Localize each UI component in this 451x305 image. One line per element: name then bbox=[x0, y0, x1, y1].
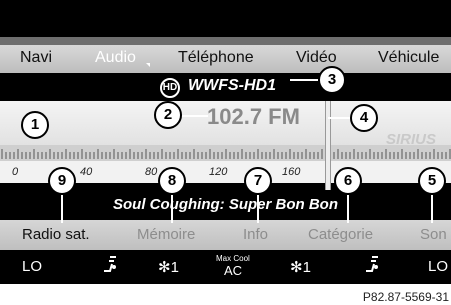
menu-radio-sat[interactable]: Radio sat. bbox=[22, 226, 90, 243]
callout-5: 5 bbox=[418, 167, 446, 195]
callout-5-leader bbox=[431, 195, 433, 223]
scale-label-120: 120 bbox=[209, 166, 228, 178]
menu-categorie[interactable]: Catégorie bbox=[308, 226, 373, 243]
menu-vehicule[interactable]: Véhicule bbox=[378, 49, 439, 67]
callout-2-leader bbox=[180, 115, 208, 117]
callout-2: 2 bbox=[154, 101, 182, 129]
callout-9-leader bbox=[61, 195, 63, 223]
hd-radio-icon: HD bbox=[160, 78, 180, 98]
right-seat-airflow-icon[interactable] bbox=[362, 255, 382, 279]
top-status-area bbox=[0, 0, 451, 37]
callout-4-leader bbox=[328, 117, 350, 119]
callout-1: 1 bbox=[21, 111, 49, 139]
callout-3: 3 bbox=[318, 66, 346, 94]
right-fan-speed[interactable]: ✻1 bbox=[290, 258, 311, 276]
menu-info[interactable]: Info bbox=[243, 226, 268, 243]
station-name: WWFS-HD1 bbox=[188, 77, 276, 94]
callout-6-leader bbox=[347, 195, 349, 223]
left-temperature[interactable]: LO bbox=[22, 258, 42, 275]
tuning-needle[interactable] bbox=[325, 101, 331, 190]
frequency-display: 102.7 FM bbox=[207, 104, 300, 129]
menu-son[interactable]: Son bbox=[420, 226, 447, 243]
callout-7-leader bbox=[257, 195, 259, 223]
callout-7: 7 bbox=[244, 167, 272, 195]
song-title: Soul Coughing: Super Bon Bon bbox=[113, 196, 338, 213]
head-unit-screen: Navi Audio Téléphone Vidéo Véhicule HD W… bbox=[0, 0, 451, 284]
callout-3-leader bbox=[290, 79, 318, 81]
fan-icon: ✻ bbox=[290, 259, 303, 276]
scale-label-40: 40 bbox=[80, 166, 93, 178]
top-strip bbox=[0, 37, 451, 45]
fan-icon: ✻ bbox=[158, 259, 171, 276]
callout-8-leader bbox=[171, 195, 173, 223]
ac-button[interactable]: AC bbox=[224, 263, 242, 278]
left-fan-speed[interactable]: ✻1 bbox=[158, 258, 179, 276]
max-cool-label: Max Cool bbox=[216, 254, 250, 263]
scale-label-160: 160 bbox=[282, 166, 301, 178]
callout-8: 8 bbox=[158, 167, 186, 195]
callout-9: 9 bbox=[48, 167, 76, 195]
menu-memoire[interactable]: Mémoire bbox=[137, 226, 195, 243]
callout-4: 4 bbox=[350, 104, 378, 132]
left-seat-airflow-icon[interactable] bbox=[100, 255, 120, 279]
scale-label-0: 0 bbox=[12, 166, 19, 178]
scale-ticks bbox=[1, 149, 451, 159]
figure-caption: P82.87-5569-31 bbox=[362, 290, 449, 304]
menu-navi[interactable]: Navi bbox=[20, 49, 52, 67]
menu-video[interactable]: Vidéo bbox=[296, 49, 337, 67]
callout-6: 6 bbox=[334, 167, 362, 195]
menu-audio[interactable]: Audio bbox=[95, 49, 136, 67]
scale-label-80: 80 bbox=[145, 166, 158, 178]
menu-telephone[interactable]: Téléphone bbox=[178, 49, 254, 67]
right-temperature[interactable]: LO bbox=[428, 258, 448, 275]
selected-indicator-icon bbox=[146, 63, 150, 67]
